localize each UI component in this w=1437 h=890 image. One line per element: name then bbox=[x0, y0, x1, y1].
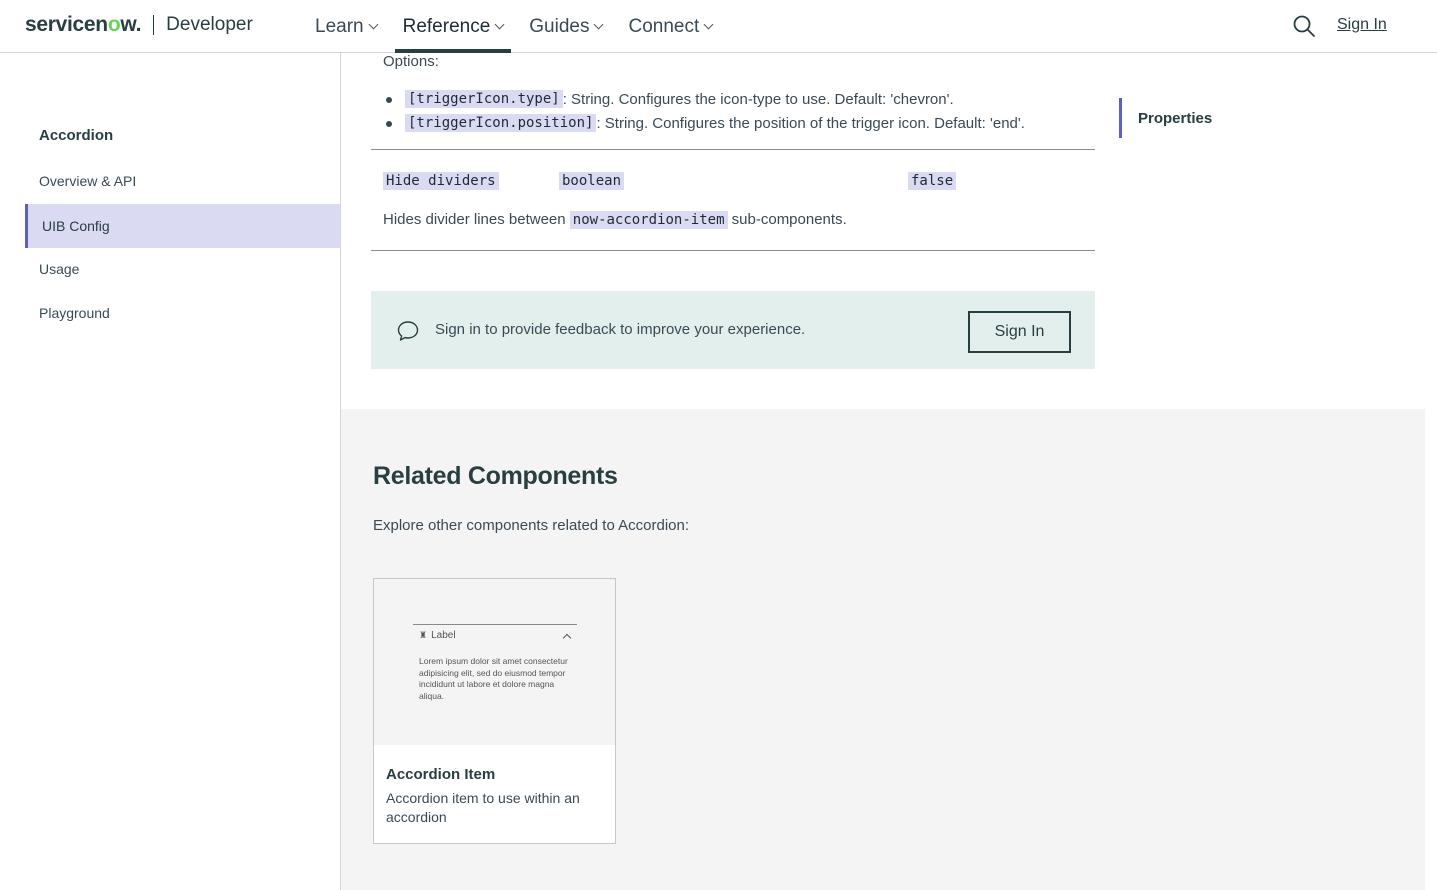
thumb-label: ♜ Label bbox=[419, 630, 456, 641]
related-subtitle: Explore other components related to Acco… bbox=[373, 517, 690, 534]
property-type: boolean bbox=[559, 172, 625, 190]
list-item-text: : String. Configures the icon-type to us… bbox=[562, 90, 954, 108]
property-name: Hide dividers bbox=[383, 172, 499, 190]
options-label: Options: bbox=[383, 53, 439, 70]
thumb-divider bbox=[413, 624, 577, 625]
card-description: Accordion item to use within an accordio… bbox=[386, 790, 580, 825]
related-title: Related Components bbox=[373, 462, 618, 490]
nav-guides-label: Guides bbox=[529, 15, 590, 37]
sidebar-item-usage[interactable]: Usage bbox=[25, 247, 340, 291]
list-item: [triggerIcon.position]: String. Configur… bbox=[386, 111, 1025, 135]
search-icon[interactable] bbox=[1292, 14, 1316, 38]
card-title: Accordion Item bbox=[386, 766, 496, 783]
sidebar-item-playground[interactable]: Playground bbox=[25, 291, 340, 335]
tower-icon: ♜ bbox=[419, 630, 428, 640]
top-header: servicenow. Developer Learn Reference Gu… bbox=[0, 0, 1437, 53]
options-list: [triggerIcon.type]: String. Configures t… bbox=[386, 87, 1025, 135]
header-sign-in-link[interactable]: Sign In bbox=[1337, 16, 1387, 34]
list-item: [triggerIcon.type]: String. Configures t… bbox=[386, 87, 1025, 111]
divider bbox=[371, 149, 1095, 150]
property-description: Hides divider lines between now-accordio… bbox=[383, 211, 847, 229]
divider bbox=[371, 250, 1095, 251]
nav-learn[interactable]: Learn bbox=[315, 0, 379, 53]
nav-guides[interactable]: Guides bbox=[529, 0, 604, 53]
nav-connect[interactable]: Connect bbox=[628, 0, 714, 53]
sidebar: Accordion Overview & API UIB Config Usag… bbox=[0, 53, 341, 890]
component-card-accordion-item[interactable]: ♜ Label Lorem ipsum dolor sit amet consec… bbox=[373, 578, 616, 844]
code-trigger-icon-type: [triggerIcon.type] bbox=[405, 90, 563, 108]
code-trigger-icon-position: [triggerIcon.position] bbox=[405, 114, 597, 132]
chat-bubble-icon bbox=[397, 321, 419, 341]
thumb-label-text: Label bbox=[431, 630, 456, 641]
property-default: false bbox=[908, 172, 957, 190]
toc-item-properties[interactable]: Properties bbox=[1119, 98, 1212, 138]
chevron-down-icon bbox=[594, 19, 604, 30]
list-item-text: : String. Configures the position of the… bbox=[596, 114, 1025, 132]
feedback-sign-in-button[interactable]: Sign In bbox=[968, 311, 1071, 353]
sidebar-item-uib-config[interactable]: UIB Config bbox=[25, 204, 340, 248]
nav-learn-label: Learn bbox=[315, 15, 364, 37]
logo-divider bbox=[153, 15, 155, 35]
nav-reference[interactable]: Reference bbox=[394, 0, 511, 53]
product-name: Developer bbox=[166, 14, 253, 35]
card-thumbnail: ♜ Label Lorem ipsum dolor sit amet consec… bbox=[374, 579, 615, 745]
desc-text: Hides divider lines between bbox=[383, 211, 570, 228]
related-components-section: Related Components Explore other compone… bbox=[341, 409, 1425, 890]
feedback-text: Sign in to provide feedback to improve y… bbox=[435, 321, 806, 338]
code-now-accordion-item: now-accordion-item bbox=[569, 211, 728, 229]
chevron-down-icon bbox=[368, 19, 379, 30]
main-nav: Learn Reference Guides Connect bbox=[315, 0, 738, 53]
chevron-up-icon bbox=[562, 633, 572, 643]
thumb-body-text: Lorem ipsum dolor sit amet consectetur a… bbox=[419, 656, 568, 701]
chevron-down-icon bbox=[703, 19, 714, 30]
feedback-banner: Sign in to provide feedback to improve y… bbox=[371, 291, 1095, 369]
desc-text: sub-components. bbox=[727, 211, 847, 228]
sidebar-item-overview-api[interactable]: Overview & API bbox=[25, 159, 340, 203]
chevron-down-icon bbox=[494, 19, 505, 30]
nav-reference-label: Reference bbox=[402, 15, 491, 37]
servicenow-logo[interactable]: servicenow. Developer bbox=[25, 10, 253, 40]
nav-connect-label: Connect bbox=[628, 15, 700, 37]
brand-wordmark: servicenow. bbox=[25, 13, 142, 36]
sidebar-title: Accordion bbox=[39, 127, 114, 144]
